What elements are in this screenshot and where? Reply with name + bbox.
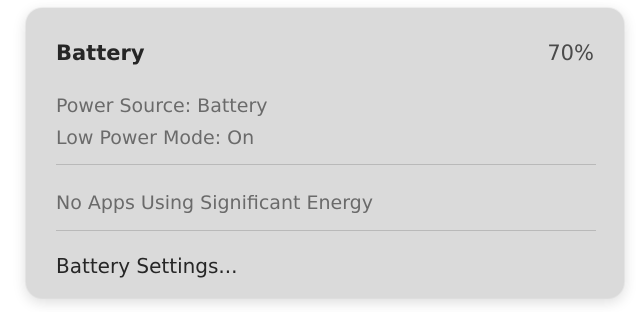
low-power-mode-text: Low Power Mode: On (56, 127, 255, 149)
apps-energy-status: No Apps Using Significant Energy (56, 192, 373, 214)
power-source-text: Power Source: Battery (56, 95, 268, 117)
battery-title: Battery (56, 41, 145, 65)
battery-menu: Battery 70% Power Source: Battery Low Po… (26, 8, 624, 298)
menu-divider (56, 164, 596, 165)
battery-percentage: 70% (547, 41, 594, 65)
menu-divider (56, 230, 596, 231)
battery-settings-menu-item[interactable]: Battery Settings... (56, 254, 237, 278)
battery-header: Battery 70% (56, 38, 594, 68)
